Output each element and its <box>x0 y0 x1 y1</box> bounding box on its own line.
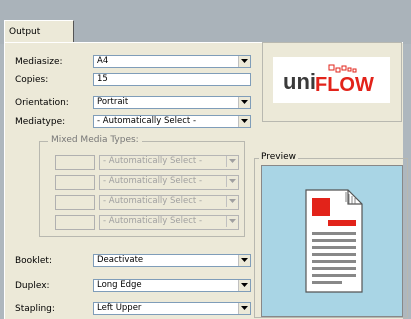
mediasize-value: A4 <box>97 56 109 66</box>
mediatype-value: - Automatically Select - <box>97 116 197 126</box>
mixed-media-select-1[interactable]: - Automatically Select - <box>99 155 239 170</box>
mediatype-label: Mediatype: <box>15 117 66 127</box>
duplex-value: Long Edge <box>97 280 142 290</box>
chevron-down-icon[interactable] <box>226 216 238 227</box>
duplex-label: Duplex: <box>15 281 50 291</box>
tab-strip: Output Options <box>0 0 411 59</box>
logo-flow-text: FLOW <box>315 74 374 96</box>
copies-label: Copies: <box>15 75 49 85</box>
chevron-down-icon[interactable] <box>238 255 250 266</box>
mixed-media-select-3[interactable]: - Automatically Select - <box>99 195 239 210</box>
mediatype-select[interactable]: - Automatically Select - <box>93 115 251 128</box>
chevron-down-icon[interactable] <box>238 116 250 127</box>
chevron-down-icon[interactable] <box>226 156 238 167</box>
stapling-label: Stapling: <box>15 304 55 314</box>
preview-title: Preview <box>259 152 299 162</box>
preview-area <box>261 165 403 317</box>
orientation-value: Portrait <box>97 97 129 107</box>
booklet-value: Deactivate <box>97 255 144 265</box>
mixed-media-value-3: - Automatically Select - <box>103 196 203 206</box>
chevron-down-icon[interactable] <box>238 97 250 108</box>
copies-field[interactable]: 15 <box>93 73 251 86</box>
booklet-label: Booklet: <box>15 256 52 266</box>
mixed-media-value-4: - Automatically Select - <box>103 216 203 226</box>
booklet-select[interactable]: Deactivate <box>93 254 251 267</box>
chevron-down-icon[interactable] <box>238 56 250 67</box>
chevron-down-icon[interactable] <box>226 176 238 187</box>
mediasize-label: Mediasize: <box>15 57 63 67</box>
logo-group: uni FLOW <box>262 42 402 122</box>
stapling-select[interactable]: Left Upper <box>93 302 251 315</box>
mixed-media-count-3 <box>55 195 95 210</box>
stapling-value: Left Upper <box>97 303 142 313</box>
mixed-media-count-2 <box>55 175 95 190</box>
chevron-down-icon[interactable] <box>238 280 250 291</box>
duplex-select[interactable]: Long Edge <box>93 279 251 292</box>
uniflow-logo: uni FLOW <box>273 57 390 103</box>
orientation-label: Orientation: <box>15 98 69 108</box>
mixed-media-select-4[interactable]: - Automatically Select - <box>99 215 239 230</box>
preview-group: Preview <box>254 152 408 318</box>
logo-uni-text: uni <box>283 69 316 94</box>
chevron-down-icon[interactable] <box>238 303 250 314</box>
mixed-media-count-1 <box>55 155 95 170</box>
tab-output-options[interactable]: Output Options <box>4 20 74 59</box>
orientation-select[interactable]: Portrait <box>93 96 251 109</box>
mixed-media-value-1: - Automatically Select - <box>103 156 203 166</box>
mixed-media-value-2: - Automatically Select - <box>103 176 203 186</box>
mixed-media-count-4 <box>55 215 95 230</box>
mixed-media-title: Mixed Media Types: <box>48 135 142 145</box>
mediasize-select[interactable]: A4 <box>93 55 251 68</box>
chevron-down-icon[interactable] <box>226 196 238 207</box>
document-icon <box>305 189 363 293</box>
mixed-media-select-2[interactable]: - Automatically Select - <box>99 175 239 190</box>
